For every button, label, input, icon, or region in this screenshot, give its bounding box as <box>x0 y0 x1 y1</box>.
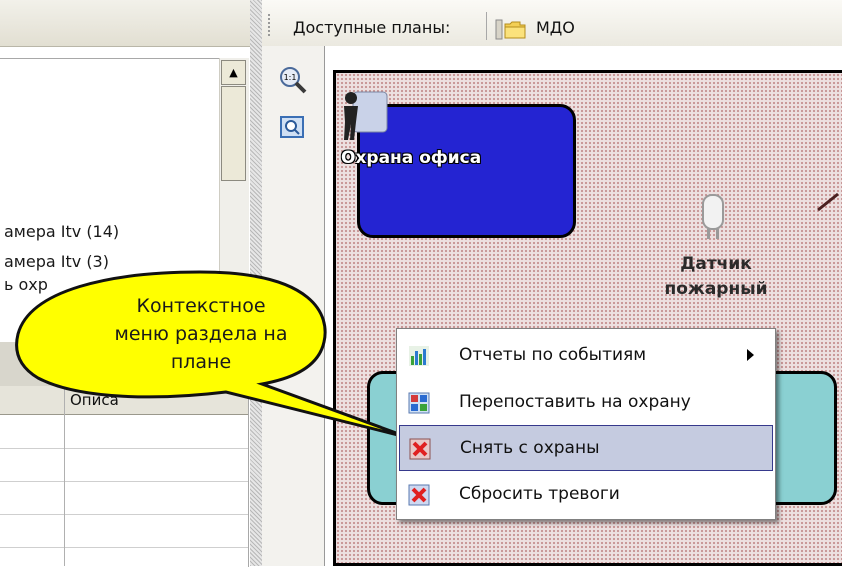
toolbar-separator <box>486 12 487 40</box>
zoom-to-fit-icon[interactable] <box>280 116 304 138</box>
bar-chart-icon <box>409 346 429 366</box>
menu-item-reset-alarms[interactable]: Сбросить тревоги <box>399 472 773 518</box>
tree-item-camera-14[interactable]: амера Itv (14) <box>4 222 119 241</box>
left-panel-header <box>0 0 255 47</box>
table-row[interactable] <box>0 481 248 515</box>
menu-item-label: Отчеты по событиям <box>459 345 647 365</box>
menu-item-label: Перепоставить на охрану <box>459 392 691 412</box>
scroll-up-icon[interactable]: ▲ <box>221 60 246 85</box>
plan-selector[interactable]: МДО <box>536 18 575 37</box>
scrollbar-thumb[interactable] <box>221 86 246 181</box>
callout-text: Контекстное меню раздела на плане <box>114 295 288 373</box>
table-row[interactable] <box>0 514 248 548</box>
menu-item-disarm[interactable]: Снять с охраны <box>399 425 773 471</box>
sensor-label: Датчик пожарный <box>664 254 768 299</box>
folder-icon <box>495 19 526 40</box>
context-menu: Отчеты по событиям Перепоставить на охра… <box>396 328 776 520</box>
arrow-icon <box>817 192 839 212</box>
disarm-icon <box>409 438 431 460</box>
guard-person-icon[interactable] <box>339 86 389 142</box>
menu-item-label: Сбросить тревоги <box>459 484 620 504</box>
submenu-arrow-icon <box>747 349 754 361</box>
zone-office-guard[interactable] <box>357 104 576 238</box>
zone-label: Охрана офиса <box>341 148 482 168</box>
menu-item-rearm[interactable]: Перепоставить на охрану <box>399 380 773 426</box>
rearm-icon <box>408 392 430 414</box>
fire-sensor-icon[interactable] <box>699 193 727 241</box>
available-plans-label: Доступные планы: <box>293 18 451 37</box>
menu-item-label: Снять с охраны <box>460 438 600 458</box>
reset-alarm-icon <box>408 484 430 506</box>
zoom-actual-size-icon[interactable]: 1:1 <box>279 66 307 94</box>
toolbar-grip-icon[interactable] <box>268 14 273 36</box>
svg-text:1:1: 1:1 <box>284 73 297 82</box>
menu-item-event-reports[interactable]: Отчеты по событиям <box>399 333 773 379</box>
